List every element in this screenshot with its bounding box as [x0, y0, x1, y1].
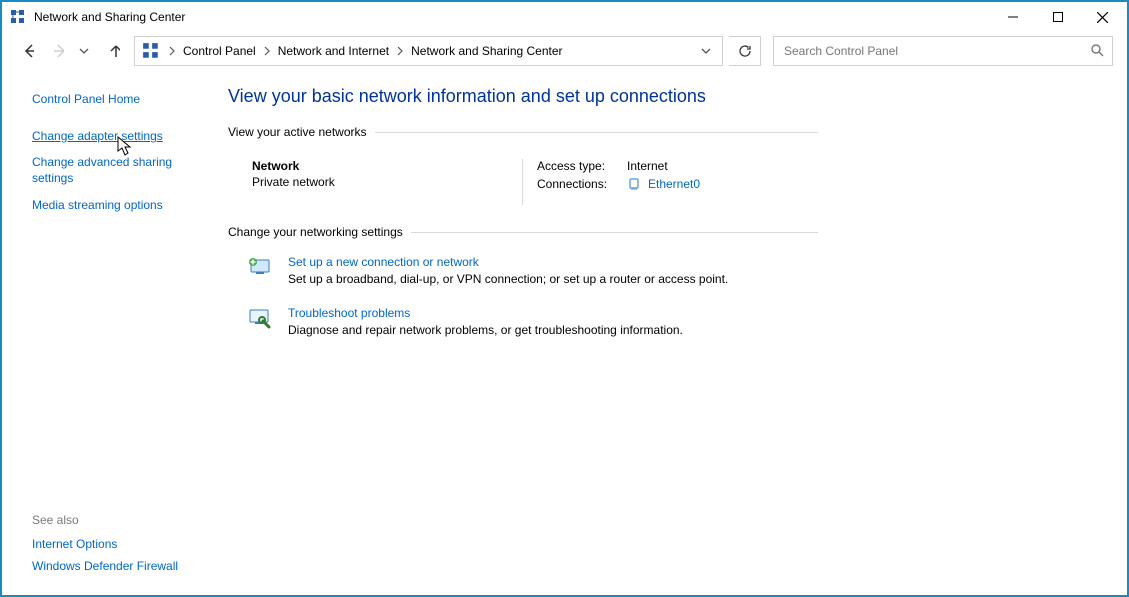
window-title: Network and Sharing Center	[34, 10, 185, 24]
connections-label: Connections:	[537, 177, 623, 191]
control-panel-home-link[interactable]: Control Panel Home	[32, 92, 202, 106]
chevron-right-icon	[169, 46, 175, 56]
network-type: Private network	[252, 175, 522, 189]
breadcrumb-separator[interactable]	[393, 46, 407, 56]
breadcrumb-control-panel[interactable]: Control Panel	[181, 44, 258, 58]
close-button[interactable]	[1080, 3, 1125, 31]
main-content: View your basic network information and …	[212, 76, 1127, 595]
troubleshoot-desc: Diagnose and repair network problems, or…	[288, 323, 683, 337]
internet-options-link[interactable]: Internet Options	[32, 537, 202, 551]
location-icon	[142, 42, 160, 60]
up-arrow-icon	[108, 43, 120, 59]
breadcrumb-network-internet[interactable]: Network and Internet	[276, 44, 391, 58]
minimize-icon	[1008, 12, 1018, 22]
sidebar: Control Panel Home Change adapter settin…	[2, 76, 212, 595]
chevron-right-icon	[397, 46, 403, 56]
breadcrumb-separator[interactable]	[260, 46, 274, 56]
refresh-button[interactable]	[729, 36, 761, 66]
media-streaming-link[interactable]: Media streaming options	[32, 197, 202, 213]
address-dropdown-button[interactable]	[694, 46, 718, 56]
forward-button[interactable]	[46, 39, 70, 63]
forward-arrow-icon	[52, 43, 64, 59]
minimize-button[interactable]	[990, 3, 1035, 31]
maximize-button[interactable]	[1035, 3, 1080, 31]
see-also-heading: See also	[32, 513, 202, 527]
nav-row: Control Panel Network and Internet Netwo…	[2, 32, 1127, 76]
active-networks-label: View your active networks	[228, 125, 818, 139]
ethernet-icon	[627, 177, 641, 191]
change-adapter-settings-link[interactable]: Change adapter settings	[32, 128, 202, 144]
address-bar[interactable]: Control Panel Network and Internet Netwo…	[134, 36, 723, 66]
app-icon	[10, 9, 26, 25]
network-name: Network	[252, 159, 522, 173]
history-dropdown-button[interactable]	[72, 39, 96, 63]
access-type-value: Internet	[627, 159, 668, 173]
back-arrow-icon	[22, 43, 34, 59]
search-input[interactable]	[782, 43, 1090, 59]
back-button[interactable]	[16, 39, 40, 63]
setup-connection-link[interactable]: Set up a new connection or network	[288, 255, 479, 269]
task-setup-connection: Set up a new connection or network Set u…	[228, 249, 818, 300]
troubleshoot-icon	[246, 306, 274, 330]
titlebar: Network and Sharing Center	[2, 2, 1127, 32]
breadcrumb-network-sharing[interactable]: Network and Sharing Center	[409, 44, 564, 58]
troubleshoot-link[interactable]: Troubleshoot problems	[288, 306, 410, 320]
settings-section-label: Change your networking settings	[228, 225, 818, 239]
maximize-icon	[1053, 12, 1063, 22]
breadcrumb-separator[interactable]	[165, 46, 179, 56]
search-icon[interactable]	[1090, 43, 1104, 60]
connection-link[interactable]: Ethernet0	[648, 177, 700, 191]
access-type-label: Access type:	[537, 159, 623, 173]
search-box[interactable]	[773, 36, 1113, 66]
setup-connection-desc: Set up a broadband, dial-up, or VPN conn…	[288, 272, 728, 286]
firewall-link[interactable]: Windows Defender Firewall	[32, 559, 202, 573]
task-troubleshoot: Troubleshoot problems Diagnose and repai…	[228, 300, 818, 351]
chevron-down-icon	[79, 46, 89, 56]
page-heading: View your basic network information and …	[228, 86, 1109, 107]
chevron-right-icon	[264, 46, 270, 56]
close-icon	[1097, 12, 1108, 23]
refresh-icon	[738, 44, 752, 58]
active-network-row: Network Private network Access type: Int…	[228, 149, 818, 225]
chevron-down-icon	[701, 46, 711, 56]
up-button[interactable]	[102, 39, 126, 63]
change-advanced-sharing-link[interactable]: Change advanced sharing settings	[32, 154, 202, 186]
setup-connection-icon	[246, 255, 274, 279]
